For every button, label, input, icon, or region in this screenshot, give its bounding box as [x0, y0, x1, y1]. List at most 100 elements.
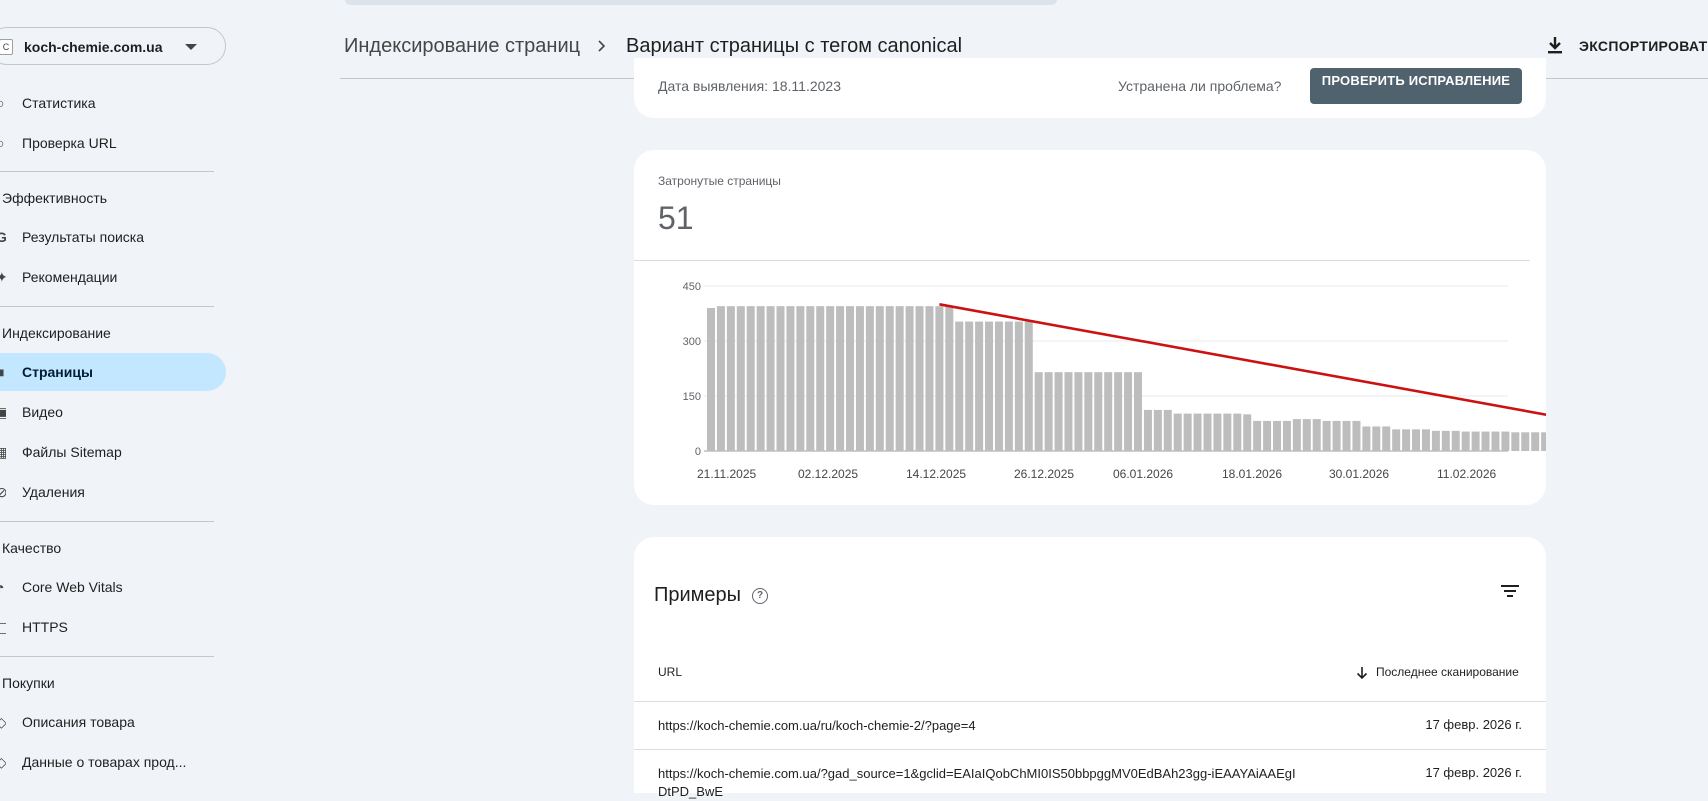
- section-shopping: Покупки: [2, 675, 55, 691]
- column-header-url[interactable]: URL: [658, 665, 682, 679]
- bar: [945, 306, 954, 451]
- bar: [885, 306, 894, 451]
- affected-pages-card: Затронутые страницы 51 0 150 300 450 21.11.2…: [634, 150, 1546, 505]
- sidebar-item-url-inspection[interactable]: ○ Проверка URL: [0, 124, 226, 162]
- affected-pages-chart: 0 150 300 450 21.11.2025 02.12.2025 14.12.2025…: [683, 281, 1546, 481]
- bar: [1044, 372, 1053, 451]
- bar: [865, 306, 874, 451]
- detected-date: Дата выявления: 18.11.2023: [658, 78, 841, 94]
- affected-pages-label: Затронутые страницы: [658, 174, 781, 188]
- bar: [965, 321, 974, 451]
- sidebar-item-merchant-listings[interactable]: ◇ Данные о товарах прод...: [0, 743, 226, 781]
- help-icon[interactable]: ?: [752, 588, 768, 604]
- bar: [1193, 413, 1202, 451]
- bar: [1481, 431, 1490, 451]
- bar: [736, 306, 745, 451]
- card-divider: [634, 260, 1530, 261]
- bar: [1024, 321, 1033, 451]
- bar: [1292, 419, 1301, 451]
- sidebar-item-pages[interactable]: ■ Страницы: [0, 353, 226, 391]
- bar: [1531, 432, 1540, 451]
- bar: [1094, 372, 1103, 451]
- sidebar-divider: [0, 171, 214, 172]
- sidebar-item-removals[interactable]: ⊘ Удаления: [0, 473, 226, 511]
- bar: [746, 306, 755, 451]
- bar: [875, 306, 884, 451]
- affected-pages-count: 51: [658, 200, 694, 236]
- section-indexing: Индексирование: [2, 325, 111, 341]
- bar: [756, 306, 765, 451]
- sidebar-item-label: Видео: [22, 404, 63, 420]
- sidebar-item-product-snippets[interactable]: ◇ Описания товара: [0, 703, 226, 741]
- bar: [786, 306, 795, 451]
- column-header-label: Последнее сканирование: [1376, 665, 1519, 679]
- breadcrumb-parent[interactable]: Индексирование страниц: [344, 35, 580, 58]
- bar: [1302, 419, 1311, 451]
- filter-icon[interactable]: [1500, 583, 1520, 599]
- sidebar-divider: [0, 306, 214, 307]
- bar: [836, 306, 845, 451]
- bar: [776, 306, 785, 451]
- bar: [796, 306, 805, 451]
- sidebar: C koch-chemie.com.ua ○ Статистика ○ Пров…: [0, 0, 228, 793]
- bar: [1382, 426, 1391, 451]
- sidebar-item-core-web-vitals[interactable]: ◔ Core Web Vitals: [0, 568, 226, 606]
- bar: [1253, 420, 1262, 451]
- bar: [1521, 432, 1530, 451]
- bar: [1322, 420, 1331, 451]
- bar: [975, 321, 984, 451]
- search-icon: ○: [0, 136, 5, 150]
- property-name: koch-chemie.com.ua: [24, 39, 163, 55]
- chevron-right-icon: [596, 35, 608, 63]
- bar: [1491, 431, 1500, 451]
- section-quality: Качество: [2, 540, 62, 556]
- bar: [1084, 372, 1093, 451]
- y-tick-label: 0: [695, 446, 701, 458]
- sidebar-item-label: Файлы Sitemap: [22, 444, 122, 460]
- sidebar-item-label: Результаты поиска: [22, 229, 145, 245]
- bar: [1243, 414, 1252, 451]
- sidebar-item-label: Данные о товарах прод...: [22, 754, 187, 770]
- sidebar-item-label: Проверка URL: [22, 135, 117, 151]
- sidebar-item-video[interactable]: ▣ Видео: [0, 393, 226, 431]
- bar: [1273, 420, 1282, 451]
- bar: [915, 306, 924, 451]
- section-performance: Эффективность: [2, 190, 108, 206]
- bar: [905, 306, 914, 451]
- sidebar-item-sitemaps[interactable]: ▦ Файлы Sitemap: [0, 433, 226, 471]
- sidebar-item-recommendations[interactable]: ✦ Рекомендации: [0, 258, 226, 296]
- row-date: 17 февр. 2026 г.: [1425, 765, 1522, 780]
- sidebar-item-stats[interactable]: ○ Статистика: [0, 84, 226, 122]
- x-tick-label: 06.01.2026: [1113, 467, 1173, 481]
- sidebar-item-label: HTTPS: [22, 619, 68, 635]
- bar: [1074, 372, 1083, 451]
- sidebar-divider: [0, 521, 214, 522]
- bar: [1282, 420, 1291, 451]
- sidebar-item-search-results[interactable]: G Результаты поиска: [0, 218, 226, 256]
- recommendations-icon: ✦: [0, 270, 6, 284]
- bar: [1114, 372, 1123, 451]
- bar: [895, 306, 904, 451]
- bar: [1421, 429, 1430, 451]
- x-tick-label: 21.11.2025: [697, 467, 756, 481]
- bar: [1332, 420, 1341, 451]
- bar: [1034, 372, 1043, 451]
- removals-icon: ⊘: [0, 485, 6, 499]
- issue-status-card: Дата выявления: 18.11.2023 Устранена ли …: [634, 58, 1546, 118]
- fixed-question: Устранена ли проблема?: [1118, 78, 1282, 94]
- bar: [1014, 321, 1023, 451]
- sidebar-item-https[interactable]: ▢ HTTPS: [0, 608, 226, 646]
- property-selector[interactable]: C koch-chemie.com.ua: [0, 27, 226, 65]
- bar: [716, 306, 725, 451]
- bar: [726, 306, 735, 451]
- bar: [1203, 413, 1212, 451]
- validate-fix-button[interactable]: ПРОВЕРИТЬ ИСПРАВЛЕНИЕ: [1310, 68, 1522, 104]
- speed-icon: ◔: [0, 580, 5, 594]
- table-divider: [634, 701, 1546, 702]
- chevron-down-icon: [185, 44, 197, 50]
- bar: [1143, 409, 1152, 451]
- pages-icon: ■: [0, 365, 5, 379]
- bar: [1064, 372, 1073, 451]
- sidebar-divider: [0, 656, 214, 657]
- bar: [1004, 321, 1013, 451]
